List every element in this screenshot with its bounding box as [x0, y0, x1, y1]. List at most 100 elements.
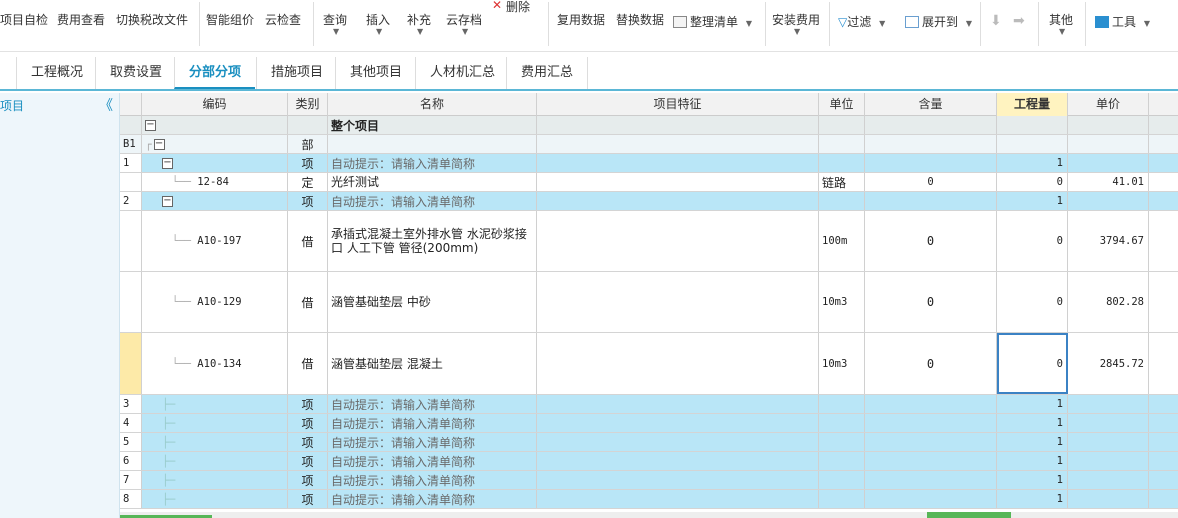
query-button[interactable]: 查询 ▼: [323, 0, 351, 50]
table-row[interactable]: − 整个项目: [120, 116, 1178, 135]
feature-cell[interactable]: [537, 414, 819, 432]
name-cell[interactable]: 光纤测试: [328, 173, 537, 191]
tools-button[interactable]: 工具 ▼: [1095, 13, 1150, 30]
feature-cell[interactable]: [537, 192, 819, 210]
code-cell[interactable]: ├─: [142, 490, 288, 508]
price-cell[interactable]: 802.28: [1068, 272, 1149, 332]
tab-fee-settings[interactable]: 取费设置: [95, 57, 176, 89]
header-type[interactable]: 类别: [288, 93, 328, 116]
quantity-cell[interactable]: 1: [997, 414, 1068, 432]
table-row[interactable]: 1 − 项 自动提示：请输入清单简称 1: [120, 154, 1178, 173]
feature-cell[interactable]: [537, 154, 819, 172]
quantity-cell-selected[interactable]: 0: [997, 333, 1068, 394]
collapse-toggle-icon[interactable]: −: [162, 195, 173, 207]
quantity-cell[interactable]: 1: [997, 490, 1068, 508]
tab-project-overview[interactable]: 工程概况: [16, 57, 97, 89]
unit-cell[interactable]: [819, 192, 865, 210]
code-cell[interactable]: ├─: [142, 471, 288, 489]
quantity-cell[interactable]: 1: [997, 452, 1068, 470]
price-cell[interactable]: [1068, 154, 1149, 172]
price-cell[interactable]: [1068, 116, 1149, 134]
content-cell[interactable]: [865, 116, 997, 134]
tab-fee-summary[interactable]: 费用汇总: [506, 57, 589, 89]
collapse-toggle-icon[interactable]: −: [162, 157, 173, 169]
horizontal-scrollbar[interactable]: [120, 512, 1178, 518]
name-cell[interactable]: 自动提示：请输入清单简称: [328, 471, 537, 489]
code-cell[interactable]: ├─: [142, 433, 288, 451]
other-button[interactable]: 其他 ▼: [1049, 0, 1079, 50]
header-unit[interactable]: 单位: [819, 93, 865, 116]
unit-cell[interactable]: [819, 471, 865, 489]
unit-cell[interactable]: 10m3: [819, 333, 865, 394]
content-cell[interactable]: 0: [865, 211, 997, 271]
name-cell[interactable]: 自动提示：请输入清单简称: [328, 154, 537, 172]
name-cell[interactable]: 自动提示：请输入清单简称: [328, 433, 537, 451]
feature-cell[interactable]: [537, 452, 819, 470]
unit-cell[interactable]: [819, 414, 865, 432]
unit-cell[interactable]: 链路: [819, 173, 865, 191]
price-cell[interactable]: [1068, 135, 1149, 153]
table-row[interactable]: 7 ├─ 项 自动提示：请输入清单简称 1: [120, 471, 1178, 490]
delete-button[interactable]: ✕ 删除: [492, 0, 536, 50]
quantity-cell[interactable]: 1: [997, 395, 1068, 413]
price-cell[interactable]: 3794.67: [1068, 211, 1149, 271]
feature-cell[interactable]: [537, 173, 819, 191]
quantity-cell[interactable]: 1: [997, 192, 1068, 210]
switch-tax-button[interactable]: 切换税改文件: [116, 0, 192, 50]
content-cell[interactable]: [865, 433, 997, 451]
tab-measures[interactable]: 措施项目: [256, 57, 337, 89]
feature-cell[interactable]: [537, 395, 819, 413]
move-right-icon[interactable]: ➡: [1013, 13, 1025, 29]
quantity-cell[interactable]: 0: [997, 272, 1068, 332]
price-cell[interactable]: [1068, 414, 1149, 432]
price-cell[interactable]: [1068, 490, 1149, 508]
collapse-icon[interactable]: 《: [99, 95, 113, 115]
price-cell[interactable]: [1068, 395, 1149, 413]
feature-cell[interactable]: [537, 211, 819, 271]
table-row[interactable]: 2 − 项 自动提示：请输入清单简称 1: [120, 192, 1178, 211]
insert-button[interactable]: 插入 ▼: [366, 0, 394, 50]
name-cell[interactable]: 涵管基础垫层 混凝土: [328, 333, 537, 394]
smart-price-button[interactable]: 智能组价: [206, 0, 258, 50]
header-content[interactable]: 含量: [865, 93, 997, 116]
header-code[interactable]: 编码: [142, 93, 288, 116]
table-row[interactable]: └── A10-197 借 承插式混凝土室外排水管 水泥砂浆接口 人工下管 管径…: [120, 211, 1178, 272]
quantity-cell[interactable]: [997, 116, 1068, 134]
unit-cell[interactable]: [819, 154, 865, 172]
price-cell[interactable]: 2845.72: [1068, 333, 1149, 394]
unit-cell[interactable]: [819, 433, 865, 451]
unit-cell[interactable]: 10m3: [819, 272, 865, 332]
content-cell[interactable]: [865, 414, 997, 432]
quantity-cell[interactable]: [997, 135, 1068, 153]
price-cell[interactable]: [1068, 192, 1149, 210]
content-cell[interactable]: 0: [865, 173, 997, 191]
content-cell[interactable]: [865, 154, 997, 172]
price-cell[interactable]: [1068, 433, 1149, 451]
filter-button[interactable]: ▽过滤 ▼: [838, 13, 885, 30]
name-cell[interactable]: 承插式混凝土室外排水管 水泥砂浆接口 人工下管 管径(200mm): [328, 211, 537, 271]
name-cell[interactable]: 整个项目: [328, 116, 537, 134]
feature-cell[interactable]: [537, 116, 819, 134]
cloud-check-button[interactable]: 云检查: [265, 0, 305, 50]
header-unit-price[interactable]: 单价: [1068, 93, 1149, 116]
table-row[interactable]: └── A10-134 借 涵管基础垫层 混凝土 10m3 0 0 2845.7…: [120, 333, 1178, 395]
name-cell[interactable]: 自动提示：请输入清单简称: [328, 452, 537, 470]
tab-sub-items[interactable]: 分部分项: [174, 57, 256, 89]
reuse-data-button[interactable]: 复用数据: [557, 0, 609, 50]
table-row[interactable]: 8 ├─ 项 自动提示：请输入清单简称 1: [120, 490, 1178, 509]
content-cell[interactable]: [865, 452, 997, 470]
project-check-button[interactable]: 项目自检: [0, 0, 50, 50]
expand-to-button[interactable]: 展开到 ▼: [905, 13, 972, 30]
price-cell[interactable]: [1068, 471, 1149, 489]
splitter-handle[interactable]: [927, 512, 1011, 518]
name-cell[interactable]: 自动提示：请输入清单简称: [328, 414, 537, 432]
fee-view-button[interactable]: 费用查看: [57, 0, 109, 50]
unit-cell[interactable]: [819, 395, 865, 413]
name-cell[interactable]: [328, 135, 537, 153]
content-cell[interactable]: [865, 395, 997, 413]
install-fee-button[interactable]: 安装费用 ▼: [772, 0, 824, 50]
unit-cell[interactable]: [819, 116, 865, 134]
quantity-cell[interactable]: 0: [997, 173, 1068, 191]
collapse-toggle-icon[interactable]: −: [153, 138, 165, 150]
tab-labor-material-summary[interactable]: 人材机汇总: [415, 57, 509, 89]
